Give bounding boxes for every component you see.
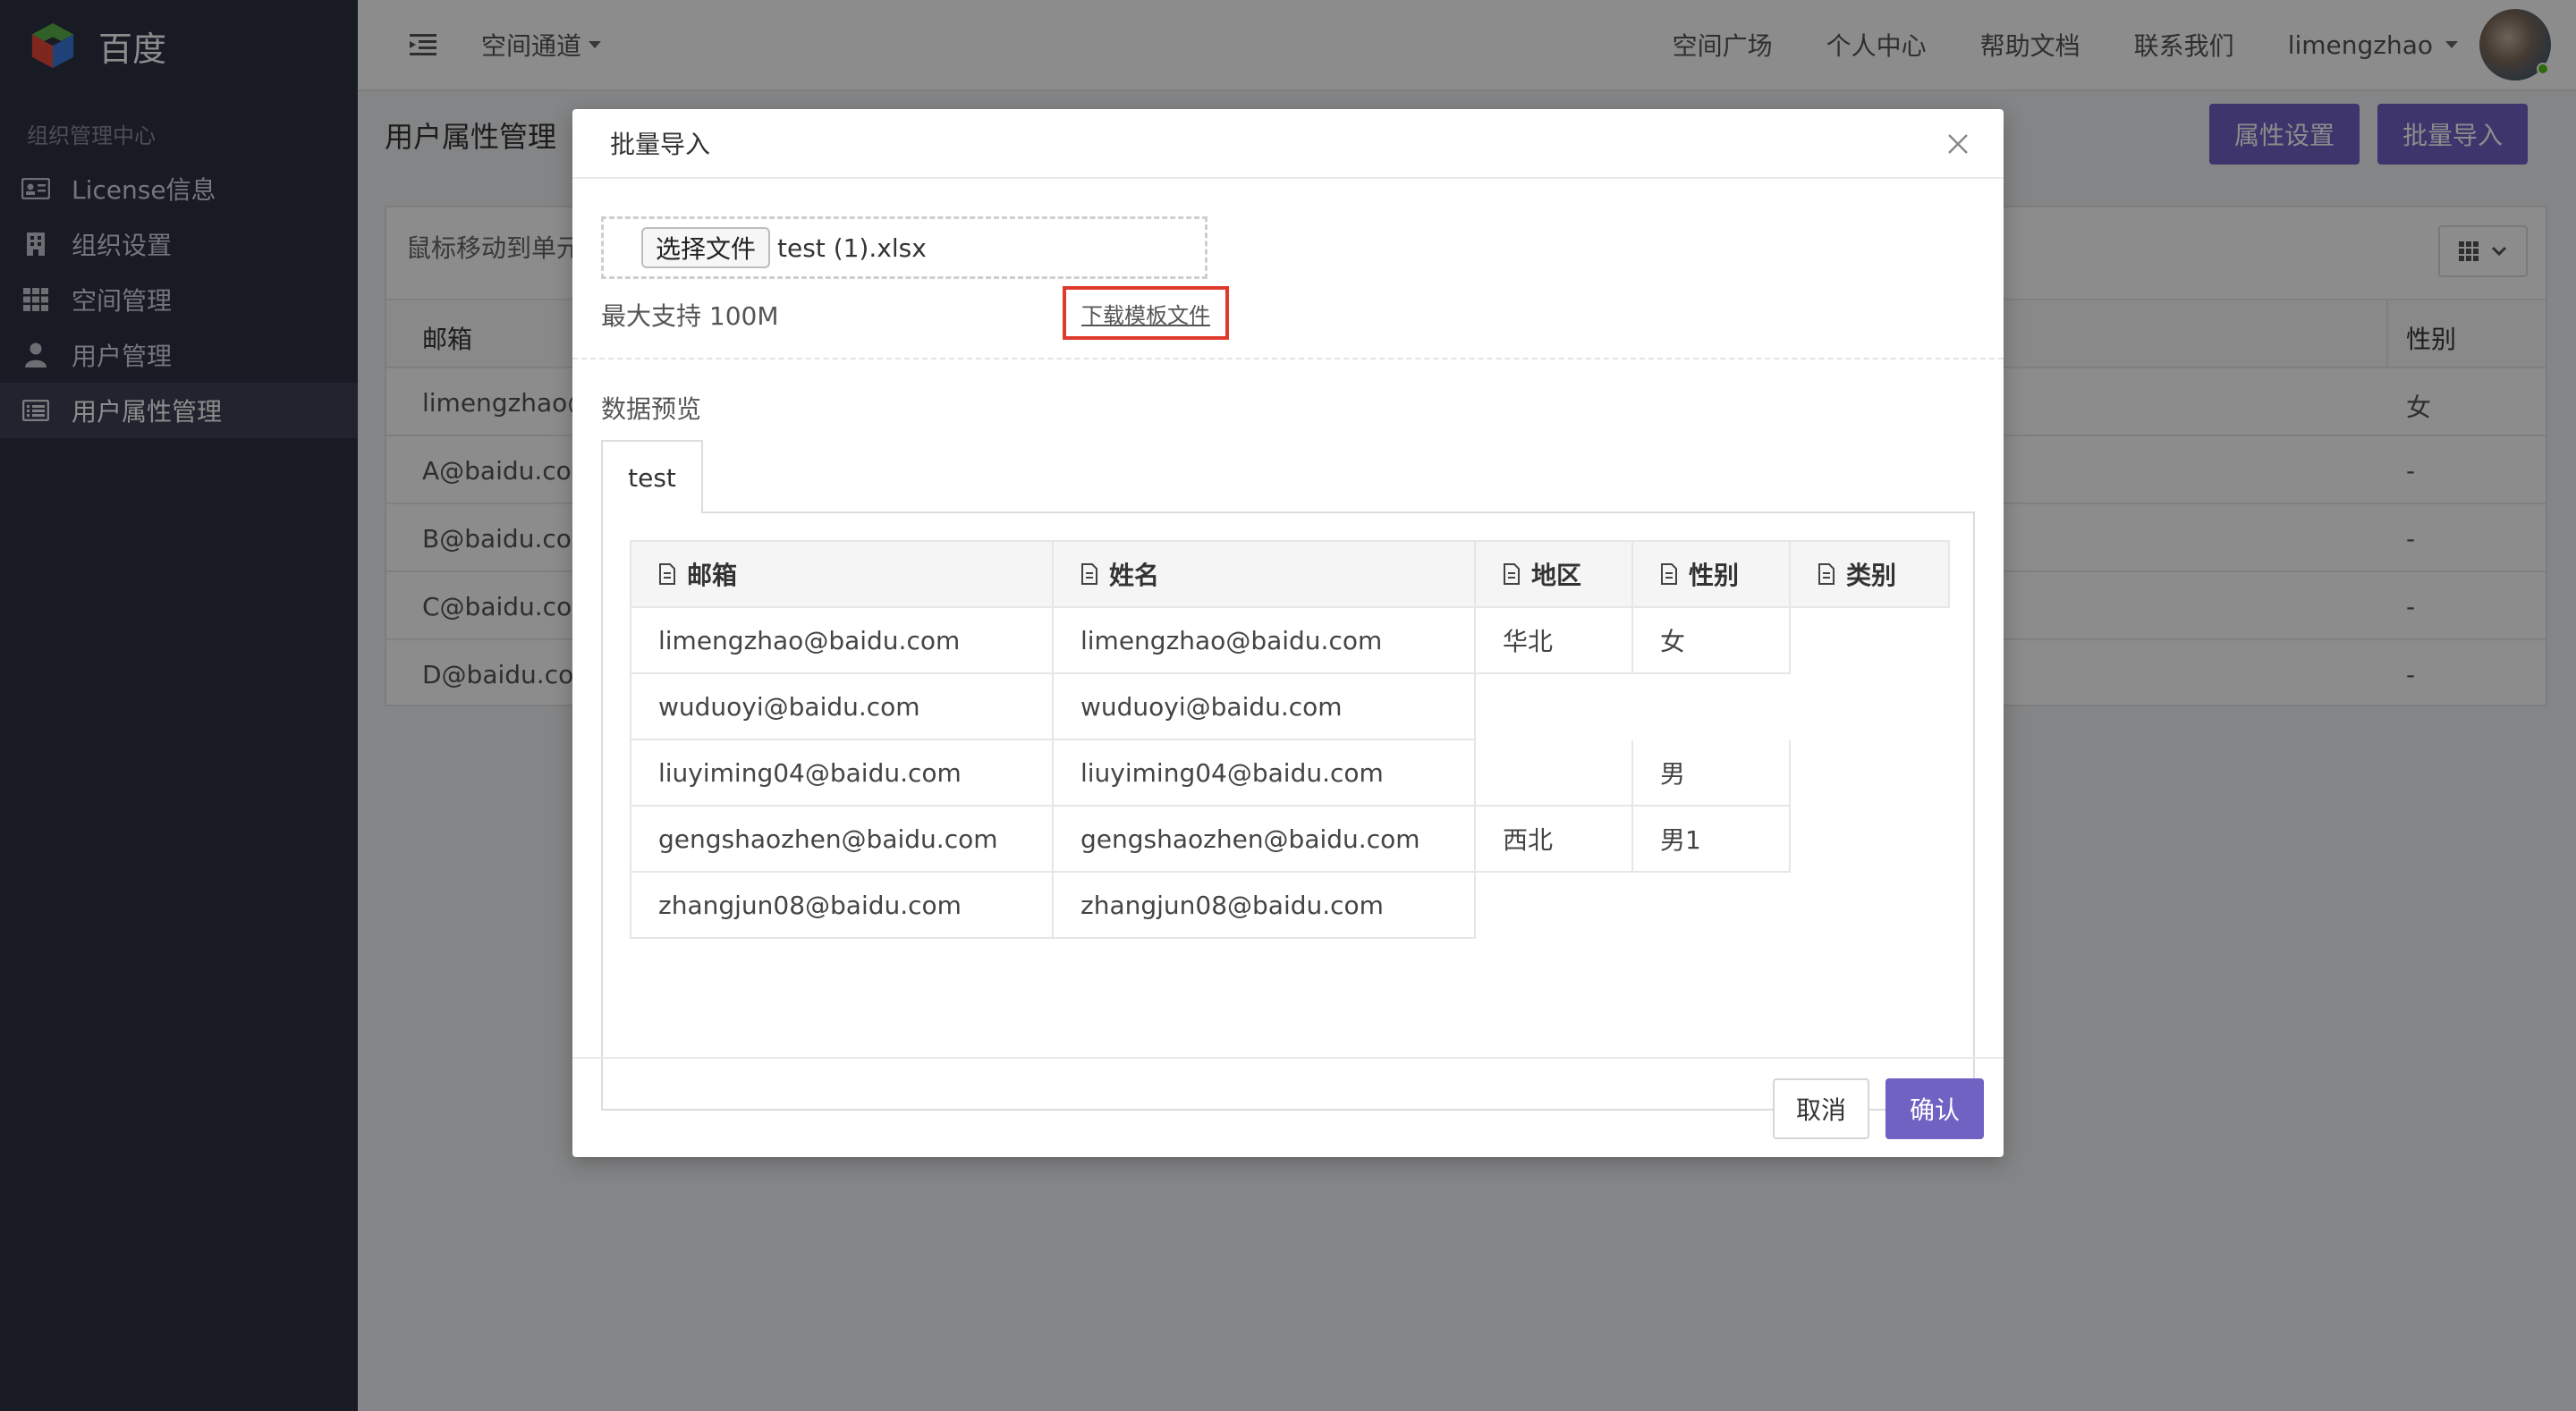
file-icon xyxy=(1818,563,1835,585)
table-row: wuduoyi@baidu.com wuduoyi@baidu.com xyxy=(630,672,1950,740)
cell-name: limengzhao@baidu.com xyxy=(1052,606,1476,674)
cell-email: zhangjun08@baidu.com xyxy=(630,871,1054,939)
cell-email: wuduoyi@baidu.com xyxy=(630,672,1054,740)
choose-file-button[interactable]: 选择文件 xyxy=(641,227,771,268)
cell-gender xyxy=(1631,672,1791,740)
table-row: zhangjun08@baidu.com zhangjun08@baidu.co… xyxy=(630,871,1950,939)
close-icon[interactable] xyxy=(1946,132,1970,156)
cell-name: gengshaozhen@baidu.com xyxy=(1052,805,1476,873)
cell-region xyxy=(1474,672,1633,740)
column-header-category: 类别 xyxy=(1789,540,1950,608)
cancel-button[interactable]: 取消 xyxy=(1773,1078,1869,1139)
cell-name: liuyiming04@baidu.com xyxy=(1052,739,1476,807)
max-size-hint: 最大支持 100M xyxy=(601,301,779,331)
cell-region: 华北 xyxy=(1474,606,1633,674)
cell-category xyxy=(1789,871,1950,939)
data-preview-label: 数据预览 xyxy=(601,394,702,424)
file-icon xyxy=(1081,563,1097,585)
cell-name: zhangjun08@baidu.com xyxy=(1052,871,1476,939)
table-row: limengzhao@baidu.com limengzhao@baidu.co… xyxy=(630,606,1950,674)
cell-gender: 男1 xyxy=(1631,805,1791,873)
cell-region xyxy=(1474,871,1633,939)
cell-category xyxy=(1789,672,1950,740)
preview-table: 邮箱 姓名 地区 性别 类别 limengzhao@baidu.com lime… xyxy=(630,540,1950,939)
cell-gender: 女 xyxy=(1631,606,1791,674)
column-header-label: 姓名 xyxy=(1109,561,1160,590)
cell-category xyxy=(1789,805,1950,873)
cell-region: 西北 xyxy=(1474,805,1633,873)
column-header-name: 姓名 xyxy=(1052,540,1476,608)
cell-email: gengshaozhen@baidu.com xyxy=(630,805,1054,873)
cell-gender xyxy=(1631,871,1791,939)
table-row: liuyiming04@baidu.com liuyiming04@baidu.… xyxy=(630,739,1950,807)
file-icon xyxy=(659,563,675,585)
cell-email: limengzhao@baidu.com xyxy=(630,606,1054,674)
divider xyxy=(572,358,2004,359)
column-header-label: 类别 xyxy=(1846,561,1897,590)
cell-region xyxy=(1474,739,1633,807)
tab-sheet-test[interactable]: test xyxy=(601,440,703,513)
download-template-highlight: 下载模板文件 xyxy=(1063,286,1229,340)
cell-category xyxy=(1789,606,1950,674)
upload-area: 选择文件 test (1).xlsx xyxy=(601,216,1208,279)
cell-category xyxy=(1789,739,1950,807)
preview-header-row: 邮箱 姓名 地区 性别 类别 xyxy=(630,540,1950,608)
column-header-email: 邮箱 xyxy=(630,540,1054,608)
file-icon xyxy=(1661,563,1677,585)
confirm-button[interactable]: 确认 xyxy=(1885,1078,1984,1139)
cell-gender: 男 xyxy=(1631,739,1791,807)
modal-header: 批量导入 xyxy=(572,109,2004,179)
sheet-tabs: test xyxy=(601,440,1975,513)
modal-footer: 取消 确认 xyxy=(572,1057,2004,1157)
column-header-label: 性别 xyxy=(1689,561,1740,590)
column-header-label: 地区 xyxy=(1531,561,1582,590)
file-icon xyxy=(1504,563,1520,585)
batch-import-modal: 批量导入 选择文件 test (1).xlsx 最大支持 100M 下载模板文件… xyxy=(572,109,2004,1157)
sheet-preview-pane: 邮箱 姓名 地区 性别 类别 limengzhao@baidu.com lime… xyxy=(601,511,1975,1111)
column-header-gender: 性别 xyxy=(1631,540,1791,608)
modal-title: 批量导入 xyxy=(610,130,711,159)
file-dropzone[interactable]: 选择文件 test (1).xlsx xyxy=(601,216,1208,279)
column-header-label: 邮箱 xyxy=(687,561,738,590)
cell-email: liuyiming04@baidu.com xyxy=(630,739,1054,807)
selected-file-name: test (1).xlsx xyxy=(777,232,927,263)
column-header-region: 地区 xyxy=(1474,540,1633,608)
cell-name: wuduoyi@baidu.com xyxy=(1052,672,1476,740)
download-template-link[interactable]: 下载模板文件 xyxy=(1081,298,1210,329)
table-row: gengshaozhen@baidu.com gengshaozhen@baid… xyxy=(630,805,1950,873)
